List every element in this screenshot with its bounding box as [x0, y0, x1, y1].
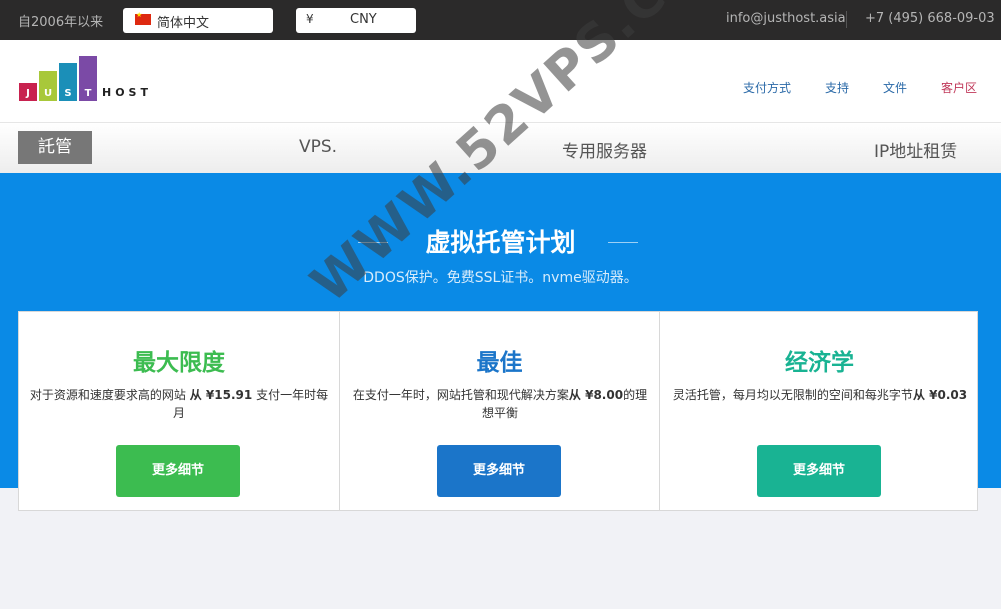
plan-price: 从 ¥0.03 [912, 388, 968, 402]
hero-subtitle: DDOS保护。免费SSL证书。nvme驱动器。 [363, 270, 638, 286]
plan-desc-text: 在支付一年时，网站托管和现代解决方案 [352, 388, 569, 402]
nav-support[interactable]: 支持 [825, 79, 849, 96]
since-text: 自2006年以来 [18, 15, 104, 30]
justhost-logo[interactable]: J U S T HOST [19, 56, 159, 105]
logo-letter: U [43, 88, 53, 99]
tab-ip-rental[interactable]: IP地址租赁 [874, 137, 957, 162]
logo-bar-u: U [39, 71, 57, 101]
title-divider-right [608, 242, 638, 243]
more-details-button[interactable]: 更多细节 [437, 445, 561, 497]
currency-selector[interactable]: ¥ CNY [296, 8, 416, 33]
plan-cards: 最大限度 对于资源和速度要求高的网站 从 ¥15.91 支付一年时每月 更多细节… [18, 311, 978, 511]
plan-desc-text: 灵活托管，每月均以无限制的空间和每兆字节 [672, 388, 913, 402]
plan-card-economy: 经济学 灵活托管，每月均以无限制的空间和每兆字节从 ¥0.03 更多细节 [659, 312, 979, 510]
site-header: J U S T HOST 支付方式 支持 文件 客户区 [0, 40, 1001, 122]
plan-description: 灵活托管，每月均以无限制的空间和每兆字节从 ¥0.03 [668, 386, 972, 404]
language-selector[interactable]: 简体中文 [123, 8, 273, 33]
logo-host-text: HOST [102, 86, 152, 99]
plan-card-optimal: 最佳 在支付一年时，网站托管和现代解决方案从 ¥8.00的理想平衡 更多细节 [339, 312, 659, 510]
plan-desc-text: 对于资源和速度要求高的网站 [29, 388, 186, 402]
product-tabs: 託管 VPS. 专用服务器 IP地址租赁 [0, 122, 1001, 173]
email-link[interactable]: info@justhost.asia [726, 11, 846, 26]
hero-title: 虚拟托管计划 [425, 228, 576, 257]
tab-vps[interactable]: VPS. [299, 137, 337, 157]
plan-card-maximum: 最大限度 对于资源和速度要求高的网站 从 ¥15.91 支付一年时每月 更多细节 [19, 312, 339, 510]
divider [846, 11, 847, 28]
logo-letter: J [26, 88, 30, 99]
tab-dedicated-servers[interactable]: 专用服务器 [562, 137, 647, 162]
tab-hosting[interactable]: 託管 [18, 131, 92, 164]
nav-payment-methods[interactable]: 支付方式 [743, 79, 791, 96]
logo-bar-s: S [59, 63, 77, 101]
nav-documents[interactable]: 文件 [883, 79, 907, 96]
plan-price: 从 ¥8.00 [568, 388, 624, 402]
plan-title: 最大限度 [133, 350, 225, 376]
language-label: 简体中文 [157, 16, 210, 31]
more-details-button[interactable]: 更多细节 [757, 445, 881, 497]
currency-label: CNY [350, 12, 377, 27]
plan-title: 最佳 [476, 350, 523, 376]
nav-client-area[interactable]: 客户区 [941, 79, 977, 96]
top-bar: 自2006年以来 简体中文 ¥ CNY info@justhost.asia +… [0, 0, 1001, 40]
logo-bar-t: T [79, 56, 97, 101]
plan-price: 从 ¥15.91 [189, 388, 253, 402]
phone-link[interactable]: +7 (495) 668-09-03 [865, 11, 995, 26]
more-details-button[interactable]: 更多细节 [116, 445, 240, 497]
currency-symbol: ¥ [306, 12, 314, 26]
logo-letter: S [64, 88, 72, 99]
plan-description: 在支付一年时，网站托管和现代解决方案从 ¥8.00的理想平衡 [348, 386, 652, 422]
logo-bar-j: J [19, 83, 37, 101]
plan-description: 对于资源和速度要求高的网站 从 ¥15.91 支付一年时每月 [27, 386, 331, 422]
logo-letter: T [84, 88, 92, 99]
plan-title: 经济学 [785, 350, 854, 376]
china-flag-icon [135, 11, 151, 25]
